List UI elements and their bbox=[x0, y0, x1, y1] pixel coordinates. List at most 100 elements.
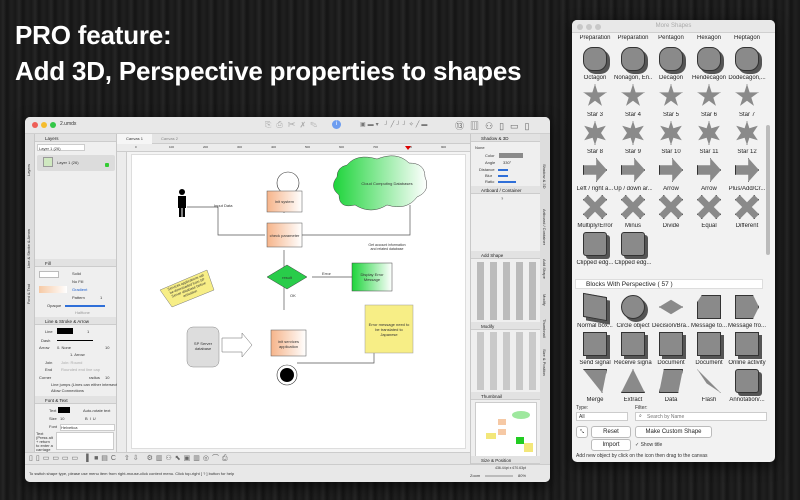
shape-item[interactable]: Send signal bbox=[576, 332, 614, 366]
shape-item[interactable]: Star 10 bbox=[652, 121, 690, 155]
shape-item[interactable]: Star 4 bbox=[614, 84, 652, 118]
edit-toolbar[interactable]: ⎘⎙✂✗✎ bbox=[265, 120, 322, 130]
font-size[interactable]: 10 bbox=[60, 416, 64, 421]
search-field[interactable]: ⌕ bbox=[635, 412, 767, 421]
halftone-label[interactable]: Halftone bbox=[75, 310, 90, 315]
layer-item[interactable]: Layer 1 (26) bbox=[37, 155, 115, 171]
line-color-well[interactable] bbox=[57, 328, 73, 334]
text-style-buttons[interactable]: BIU bbox=[85, 416, 98, 421]
auto-rotate-checkbox[interactable]: Auto-rotate text bbox=[83, 408, 110, 413]
ratio-slider[interactable] bbox=[498, 181, 516, 183]
font-select[interactable]: Helvetica bbox=[60, 424, 115, 431]
tab-size-position[interactable]: Size & Position bbox=[542, 349, 547, 376]
distance-slider[interactable] bbox=[498, 169, 508, 171]
type-select[interactable]: All bbox=[576, 412, 628, 421]
blur-slider[interactable] bbox=[498, 175, 508, 177]
tab-canvas-2[interactable]: Canvas 2 bbox=[152, 134, 187, 144]
shadow-none-button[interactable]: None bbox=[475, 145, 485, 150]
shape-item[interactable]: Minus bbox=[614, 195, 652, 229]
fill-option-gradient[interactable]: Gradient bbox=[72, 287, 87, 292]
shape-item[interactable]: Plus/Add/Cr... bbox=[728, 158, 766, 192]
make-custom-shape-button[interactable]: Make Custom Shape bbox=[635, 426, 712, 438]
text-color-well[interactable] bbox=[58, 407, 70, 413]
shape-item[interactable]: Star 5 bbox=[652, 84, 690, 118]
shape-item[interactable]: Decision/Bra... bbox=[652, 295, 690, 329]
shape-item[interactable]: Star 12 bbox=[728, 121, 766, 155]
thumbnail-preview[interactable] bbox=[475, 402, 537, 458]
close-button[interactable] bbox=[32, 122, 38, 128]
opaque-slider[interactable] bbox=[65, 305, 105, 307]
shape-item[interactable]: Message to... bbox=[690, 295, 728, 329]
gradient-preview[interactable] bbox=[39, 286, 67, 293]
shape-item[interactable]: Arrow bbox=[652, 158, 690, 192]
pattern-value[interactable]: 1 bbox=[100, 295, 102, 300]
radius-value[interactable]: 10 bbox=[105, 375, 109, 380]
shape-item[interactable]: Left / right a... bbox=[576, 158, 614, 192]
line-width[interactable]: 1 bbox=[87, 329, 89, 334]
shape-item[interactable]: Up / down ar... bbox=[614, 158, 652, 192]
tab-artboard[interactable]: Artboard / Container bbox=[542, 209, 547, 245]
info-icon[interactable]: i bbox=[332, 120, 341, 129]
text-input[interactable] bbox=[56, 432, 114, 450]
shape-item[interactable]: Decagon bbox=[652, 47, 690, 81]
shape-item[interactable]: Divide bbox=[652, 195, 690, 229]
add-shape-grid[interactable] bbox=[474, 262, 538, 320]
shape-item[interactable]: Dodecagon,... bbox=[728, 47, 766, 81]
tab-shadow-3d[interactable]: Shadow & 3D bbox=[542, 164, 547, 188]
tab-font-text[interactable]: Font & Text bbox=[26, 284, 31, 304]
scrollbar[interactable] bbox=[766, 125, 770, 255]
shape-item[interactable]: Arrow bbox=[690, 158, 728, 192]
fill-option-solid[interactable]: Solid bbox=[72, 271, 81, 276]
shape-item[interactable]: Preparation bbox=[614, 35, 652, 41]
shape-item[interactable]: Star 9 bbox=[614, 121, 652, 155]
shape-item[interactable]: Clipped edg... bbox=[614, 232, 652, 266]
shape-item[interactable]: Nonagon, En... bbox=[614, 47, 652, 81]
tab-line-stroke[interactable]: Line & Stroke & Arrow bbox=[26, 229, 31, 268]
fill-color-well[interactable] bbox=[39, 271, 59, 278]
shape-item[interactable]: Preparation bbox=[576, 35, 614, 41]
artboard-help-button[interactable]: ? bbox=[501, 196, 503, 201]
arrow-select[interactable]: 0. None bbox=[57, 345, 71, 350]
shape-item[interactable]: Equal bbox=[690, 195, 728, 229]
shape-item[interactable]: Star 7 bbox=[728, 84, 766, 118]
shape-item[interactable]: Document bbox=[652, 332, 690, 366]
modify-grid[interactable] bbox=[474, 332, 538, 390]
shape-item[interactable]: Clipped edg... bbox=[576, 232, 614, 266]
shape-item[interactable]: Receive signal bbox=[614, 332, 652, 366]
tab-thumbnail[interactable]: Thumbnail bbox=[542, 319, 547, 338]
shape-item[interactable]: Merge bbox=[576, 369, 614, 403]
arrow-size[interactable]: 10 bbox=[105, 345, 109, 350]
shape-item[interactable]: Pentagon bbox=[652, 35, 690, 41]
layer-select[interactable]: Layer 1 (26) bbox=[37, 144, 85, 151]
tab-canvas-1[interactable]: Canvas 1 bbox=[117, 134, 152, 144]
shape-item[interactable]: Multiply/Error bbox=[576, 195, 614, 229]
shape-item[interactable]: Annotation/... bbox=[728, 369, 766, 403]
view-toolbar[interactable]: ⑬▥⚇▯▭▯ bbox=[455, 119, 535, 132]
shape-item[interactable]: Circle object bbox=[614, 295, 652, 329]
shape-item[interactable]: Different bbox=[728, 195, 766, 229]
shape-item[interactable]: Star 3 bbox=[576, 84, 614, 118]
shape-item[interactable]: Normal box... bbox=[576, 292, 614, 329]
shape-item[interactable]: Hexagon bbox=[690, 35, 728, 41]
minimize-button[interactable] bbox=[41, 122, 47, 128]
shape-item[interactable]: Flash bbox=[690, 369, 728, 403]
connector-toolbar[interactable]: ▣▬▾ ┘╱┘┘✧╱▬ bbox=[360, 121, 450, 129]
shape-item[interactable]: Star 8 bbox=[576, 121, 614, 155]
reset-button[interactable]: Reset bbox=[591, 426, 631, 438]
import-button[interactable]: Import bbox=[591, 439, 631, 451]
show-title-checkbox[interactable]: ✓ Show title bbox=[635, 442, 662, 448]
line-jumps-checkbox[interactable]: Line jumps (Lines can either intersect) bbox=[51, 382, 117, 387]
section-header[interactable]: Blocks With Perspective ( 57 ) bbox=[575, 279, 763, 289]
bottom-toolbar[interactable]: ▯▯▭▭▭▭ ▌■▤C ⇧⇩ ⚙▥⚇⬉▣▥◎⌒⎙ bbox=[25, 452, 470, 464]
canvas-page[interactable]: Input Data init system check parameter C… bbox=[131, 154, 466, 449]
zoom-slider[interactable] bbox=[485, 475, 513, 477]
fill-option-nofill[interactable]: No Fill bbox=[72, 279, 83, 284]
search-input[interactable] bbox=[647, 413, 762, 421]
end-select[interactable]: Rounded end line cap bbox=[61, 367, 100, 372]
shape-item[interactable]: Data bbox=[652, 369, 690, 403]
tab-modify[interactable]: Modify bbox=[542, 294, 547, 306]
zoom-button[interactable] bbox=[50, 122, 56, 128]
shadow-color-well[interactable] bbox=[499, 153, 523, 158]
ruler-marker-icon[interactable] bbox=[405, 146, 411, 150]
zoom-value[interactable]: 80% bbox=[518, 473, 526, 478]
